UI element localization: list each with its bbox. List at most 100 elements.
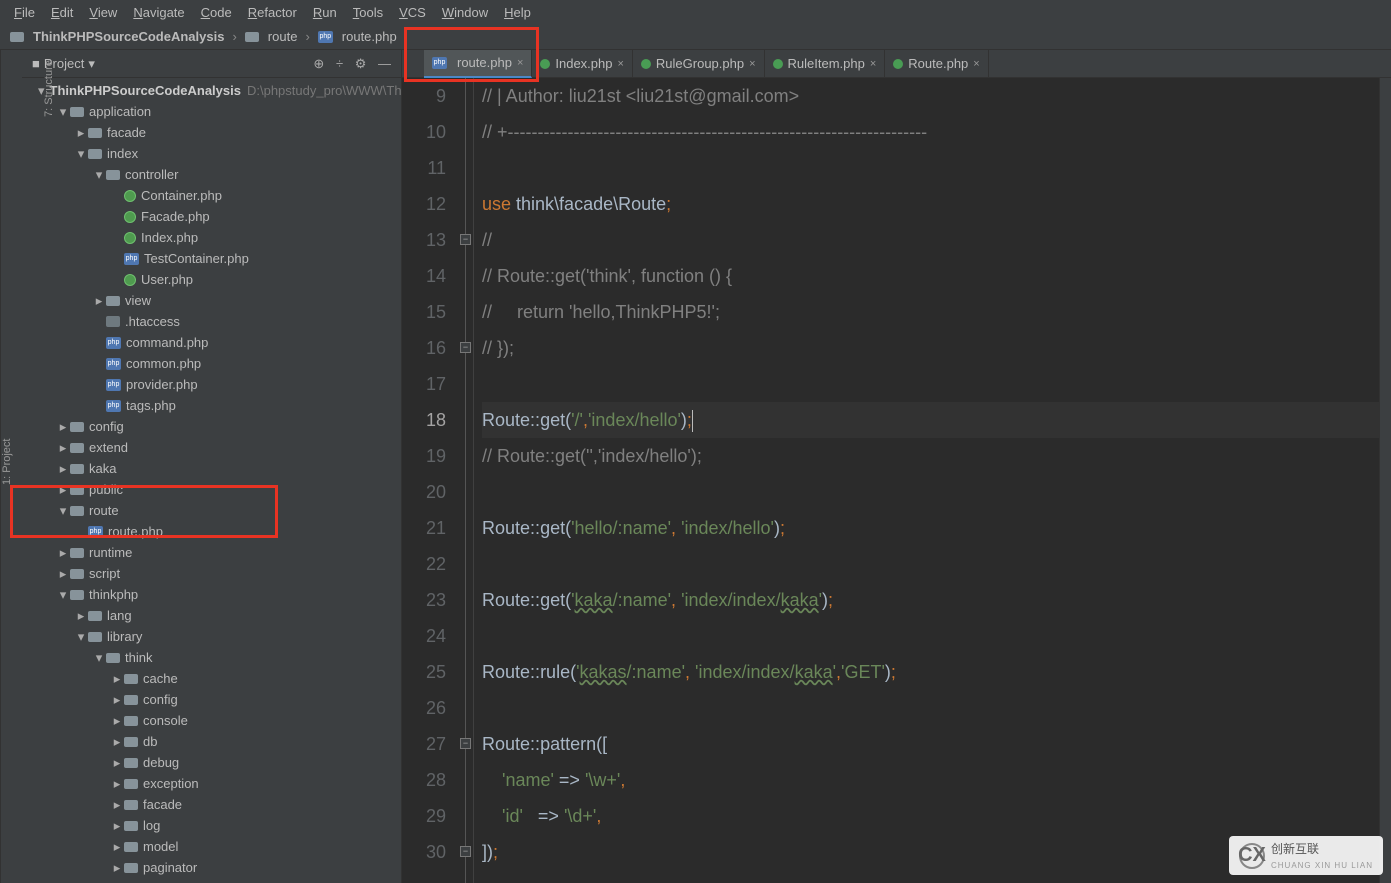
- tool-structure-tab[interactable]: 7: Structure: [43, 60, 55, 117]
- menu-file[interactable]: File: [6, 2, 43, 23]
- tree-node-db[interactable]: db: [22, 731, 401, 752]
- tab-ruleitem-php[interactable]: RuleItem.php×: [765, 50, 886, 78]
- fold-icon[interactable]: −: [460, 738, 471, 749]
- tree-node-public[interactable]: public: [22, 479, 401, 500]
- code-lines[interactable]: // | Author: liu21st <liu21st@gmail.com>…: [474, 78, 1379, 883]
- menu-refactor[interactable]: Refactor: [240, 2, 305, 23]
- toggle-icon[interactable]: [56, 419, 70, 435]
- code-line-22[interactable]: [482, 546, 1379, 582]
- menu-view[interactable]: View: [81, 2, 125, 23]
- toggle-icon[interactable]: [110, 839, 124, 855]
- toggle-icon[interactable]: [56, 503, 70, 519]
- menu-window[interactable]: Window: [434, 2, 496, 23]
- code-line-16[interactable]: // });: [482, 330, 1379, 366]
- close-icon[interactable]: ×: [517, 57, 523, 69]
- tree-node-debug[interactable]: debug: [22, 752, 401, 773]
- code-line-21[interactable]: Route::get('hello/:name', 'index/hello')…: [482, 510, 1379, 546]
- tree-node-console[interactable]: console: [22, 710, 401, 731]
- tree-node-index[interactable]: index: [22, 143, 401, 164]
- toggle-icon[interactable]: [56, 440, 70, 456]
- toggle-icon[interactable]: [56, 461, 70, 477]
- toggle-icon[interactable]: [110, 797, 124, 813]
- code-line-14[interactable]: // Route::get('think', function () {: [482, 258, 1379, 294]
- tab-index-php[interactable]: Index.php×: [532, 50, 633, 78]
- tree-node-script[interactable]: script: [22, 563, 401, 584]
- tree-node-library[interactable]: library: [22, 626, 401, 647]
- toggle-icon[interactable]: [110, 860, 124, 876]
- code-line-12[interactable]: use think\facade\Route;: [482, 186, 1379, 222]
- tree-node-facade-php[interactable]: Facade.php: [22, 206, 401, 227]
- toggle-icon[interactable]: [110, 734, 124, 750]
- fold-icon[interactable]: −: [460, 234, 471, 245]
- locate-icon[interactable]: ⊕: [313, 56, 324, 71]
- toggle-icon[interactable]: [92, 293, 106, 309]
- project-tree[interactable]: ThinkPHPSourceCodeAnalysisD:\phpstudy_pr…: [22, 78, 401, 883]
- tree-node-testcontainer-php[interactable]: TestContainer.php: [22, 248, 401, 269]
- tree-node-config[interactable]: config: [22, 689, 401, 710]
- tree-node-application[interactable]: application: [22, 101, 401, 122]
- toggle-icon[interactable]: [74, 608, 88, 624]
- toggle-icon[interactable]: [56, 587, 70, 603]
- code-line-24[interactable]: [482, 618, 1379, 654]
- tree-node-route-php[interactable]: route.php: [22, 521, 401, 542]
- tab-route-php[interactable]: Route.php×: [885, 50, 988, 78]
- tree-node-index-php[interactable]: Index.php: [22, 227, 401, 248]
- toggle-icon[interactable]: [56, 482, 70, 498]
- code-line-25[interactable]: Route::rule('kakas/:name', 'index/index/…: [482, 654, 1379, 690]
- toggle-icon[interactable]: [110, 755, 124, 771]
- code-line-29[interactable]: 'id' => '\d+',: [482, 798, 1379, 834]
- tool-project-tab[interactable]: 1: Project: [1, 438, 13, 484]
- menu-edit[interactable]: Edit: [43, 2, 81, 23]
- code-line-23[interactable]: Route::get('kaka/:name', 'index/index/ka…: [482, 582, 1379, 618]
- tree-node-log[interactable]: log: [22, 815, 401, 836]
- toggle-icon[interactable]: [74, 629, 88, 645]
- close-icon[interactable]: ×: [617, 58, 623, 70]
- toggle-icon[interactable]: [56, 566, 70, 582]
- code-line-20[interactable]: [482, 474, 1379, 510]
- tree-node-facade[interactable]: facade: [22, 794, 401, 815]
- toggle-icon[interactable]: [74, 146, 88, 162]
- toggle-icon[interactable]: [110, 671, 124, 687]
- fold-icon[interactable]: −: [460, 846, 471, 857]
- menu-code[interactable]: Code: [193, 2, 240, 23]
- tree-node-view[interactable]: view: [22, 290, 401, 311]
- code-line-28[interactable]: 'name' => '\w+',: [482, 762, 1379, 798]
- code-line-27[interactable]: Route::pattern([: [482, 726, 1379, 762]
- code-line-15[interactable]: // return 'hello,ThinkPHP5!';: [482, 294, 1379, 330]
- tree-node-tags-php[interactable]: tags.php: [22, 395, 401, 416]
- toggle-icon[interactable]: [110, 692, 124, 708]
- menu-tools[interactable]: Tools: [345, 2, 391, 23]
- fold-icon[interactable]: −: [460, 342, 471, 353]
- close-icon[interactable]: ×: [749, 58, 755, 70]
- settings-icon[interactable]: ⚙: [355, 56, 367, 71]
- tree-node-common-php[interactable]: common.php: [22, 353, 401, 374]
- code-line-19[interactable]: // Route::get('','index/hello');: [482, 438, 1379, 474]
- collapse-icon[interactable]: ÷: [336, 56, 343, 71]
- tab-rulegroup-php[interactable]: RuleGroup.php×: [633, 50, 765, 78]
- breadcrumb-project[interactable]: ThinkPHPSourceCodeAnalysis: [8, 29, 226, 44]
- tree-node-facade[interactable]: facade: [22, 122, 401, 143]
- breadcrumb-folder[interactable]: route: [243, 29, 300, 44]
- code-line-17[interactable]: [482, 366, 1379, 402]
- tree-node-command-php[interactable]: command.php: [22, 332, 401, 353]
- close-icon[interactable]: ×: [973, 58, 979, 70]
- tree-node-controller[interactable]: controller: [22, 164, 401, 185]
- code-line-26[interactable]: [482, 690, 1379, 726]
- tree-node-paginator[interactable]: paginator: [22, 857, 401, 878]
- tree-node-cache[interactable]: cache: [22, 668, 401, 689]
- toggle-icon[interactable]: [110, 713, 124, 729]
- menu-run[interactable]: Run: [305, 2, 345, 23]
- menu-navigate[interactable]: Navigate: [125, 2, 192, 23]
- tree-node-think[interactable]: think: [22, 647, 401, 668]
- code-line-9[interactable]: // | Author: liu21st <liu21st@gmail.com>: [482, 78, 1379, 114]
- close-icon[interactable]: ×: [870, 58, 876, 70]
- tree-node-route[interactable]: route: [22, 500, 401, 521]
- tab-route-php[interactable]: route.php×: [424, 50, 532, 78]
- code-line-10[interactable]: // +------------------------------------…: [482, 114, 1379, 150]
- tree-node-model[interactable]: model: [22, 836, 401, 857]
- code-line-18[interactable]: Route::get('/','index/hello');: [482, 402, 1379, 438]
- menu-vcs[interactable]: VCS: [391, 2, 434, 23]
- toggle-icon[interactable]: [92, 650, 106, 666]
- toggle-icon[interactable]: [74, 125, 88, 141]
- tree-node-lang[interactable]: lang: [22, 605, 401, 626]
